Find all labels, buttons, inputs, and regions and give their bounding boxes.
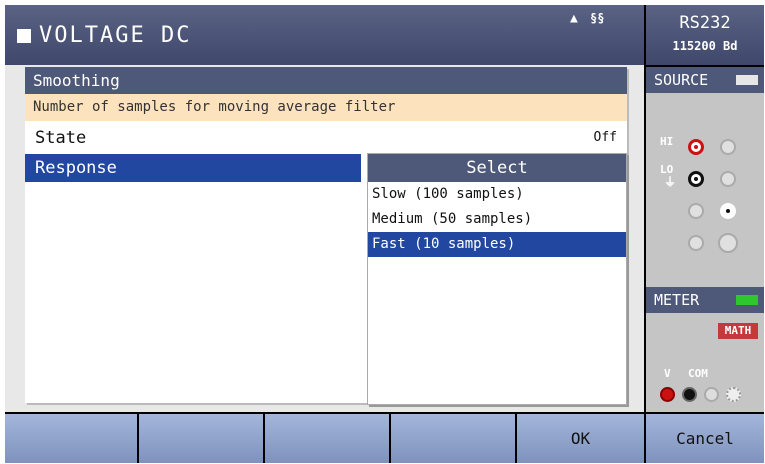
terminal-panel: SOURCE HI LO ⏚ METER MATH V COM <box>646 67 764 412</box>
meter-header: METER <box>646 287 764 313</box>
source-title: SOURCE <box>654 71 709 89</box>
interface-name: RS232 <box>679 13 731 33</box>
meter-indicator <box>736 295 758 305</box>
softkey-1[interactable] <box>5 414 137 463</box>
meter-com-jack-icon <box>682 387 697 402</box>
interface-status: RS232 115200 Bd <box>646 5 764 65</box>
function-square-icon <box>17 29 31 43</box>
cancel-button[interactable]: Cancel <box>646 414 764 463</box>
option-medium[interactable]: Medium (50 samples) <box>368 207 626 232</box>
state-row[interactable]: State Off <box>25 124 627 152</box>
option-fast[interactable]: Fast (10 samples) <box>368 232 626 257</box>
state-label: State <box>35 128 87 148</box>
instrument-screen: VOLTAGE DC ▲ §§ RS232 115200 Bd Smoothin… <box>5 5 764 463</box>
aux-jack-icon <box>688 203 704 219</box>
smoothing-dialog: Smoothing Number of samples for moving a… <box>25 67 627 405</box>
select-title: Select <box>368 154 626 182</box>
response-row[interactable]: Response <box>25 154 361 182</box>
interface-baud: 115200 Bd <box>672 39 738 53</box>
main-area: Smoothing Number of samples for moving a… <box>5 65 644 412</box>
function-title: VOLTAGE DC <box>39 23 192 48</box>
meter-connector-icon <box>726 387 741 402</box>
bnc-large-jack-icon <box>718 233 738 253</box>
lo-jack-icon <box>688 171 704 187</box>
option-slow[interactable]: Slow (100 samples) <box>368 182 626 207</box>
ok-button[interactable]: OK <box>517 414 644 463</box>
com-label: COM <box>688 367 708 380</box>
bnc-jack-icon <box>688 235 704 251</box>
meter-v-jack-icon <box>660 387 675 402</box>
source-header: SOURCE <box>646 67 764 93</box>
remote-icon: §§ <box>590 11 605 25</box>
math-badge: MATH <box>718 323 758 339</box>
softkey-4[interactable] <box>391 414 515 463</box>
state-value: Off <box>593 130 617 145</box>
hi-sense-jack-icon <box>720 139 736 155</box>
softkey-2[interactable] <box>139 414 263 463</box>
title-bar: VOLTAGE DC ▲ §§ <box>5 5 644 65</box>
hi-label: HI <box>660 135 674 148</box>
source-indicator <box>736 75 758 85</box>
dialog-title: Smoothing <box>25 67 627 94</box>
meter-title: METER <box>654 291 700 309</box>
softkey-3[interactable] <box>265 414 389 463</box>
meter-aux-jack-icon <box>704 387 719 402</box>
v-label: V <box>664 367 671 380</box>
response-label: Response <box>35 158 117 178</box>
lo-sense-jack-icon <box>720 171 736 187</box>
aux-jack-active-icon <box>720 203 736 219</box>
dialog-description: Number of samples for moving average fil… <box>25 94 627 121</box>
softkey-bar: OK Cancel <box>5 414 764 463</box>
select-popup: Select Slow (100 samples) Medium (50 sam… <box>367 153 627 405</box>
ground-icon: ⏚ <box>664 175 677 189</box>
hi-jack-icon <box>688 139 704 155</box>
warning-icon: ▲ <box>570 11 578 26</box>
